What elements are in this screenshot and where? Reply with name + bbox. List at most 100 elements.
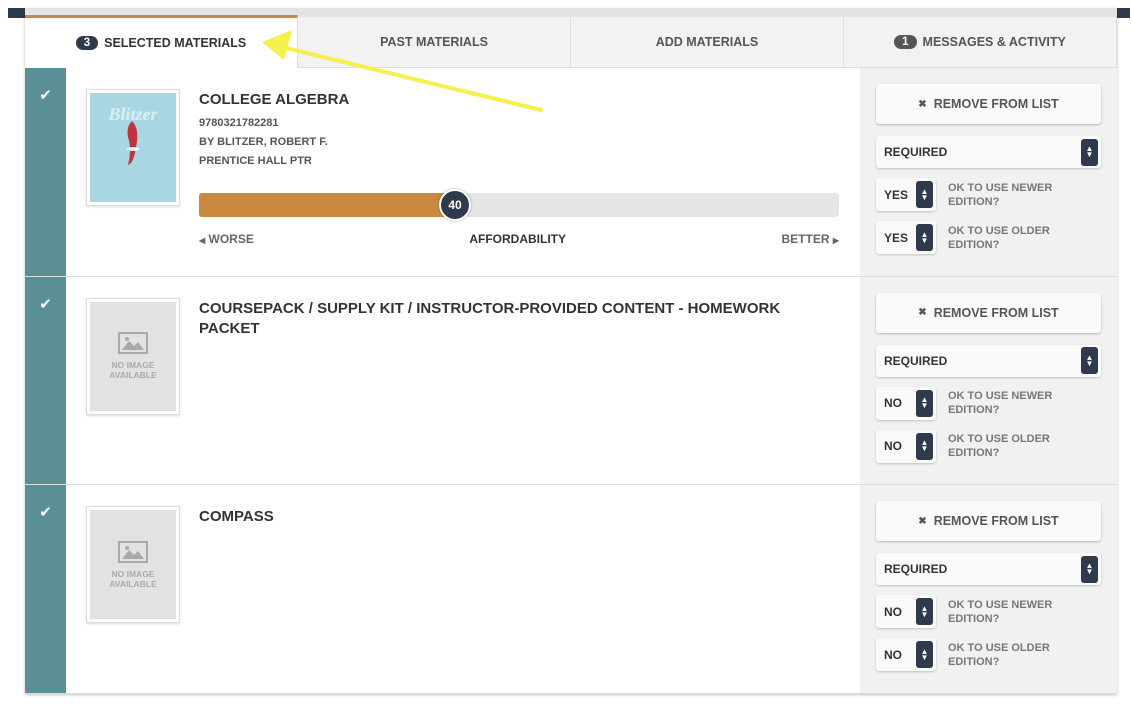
material-details: NO IMAGE AVAILABLE COURSEPACK / SUPPLY KI… [66,277,860,485]
material-info: COLLEGE ALGEBRA 9780321782281 BY BLITZER, … [199,90,840,167]
material-details: NO IMAGE AVAILABLE COMPASS [66,485,860,693]
close-icon: ✖ [918,98,927,110]
older-edition-option: NO ▲ ▼ OK TO USE OLDER EDITION? [876,429,1101,463]
count-badge: 3 [75,36,99,50]
tab-label: ADD MATERIALS [655,35,759,49]
tab-label: SELECTED MATERIALS [104,36,247,50]
older-edition-value: NO [884,647,902,662]
remove-label: REMOVE FROM LIST [933,514,1059,528]
remove-from-list-button[interactable]: ✖ REMOVE FROM LIST [876,292,1101,333]
newer-edition-select[interactable]: NO ▲ ▼ [876,595,936,628]
requirement-select[interactable]: REQUIRED ▲ ▼ [876,344,1101,377]
selected-indicator[interactable]: ✔ [25,276,66,484]
close-icon: ✖ [918,307,927,318]
newer-edition-option: YES ▲ ▼ OK TO USE NEWER EDITION? [876,178,1101,211]
requirement-value: REQUIRED [884,562,948,576]
book-cover: Blitzer [90,93,176,202]
material-title: COMPASS [199,508,274,525]
material-info: COURSEPACK / SUPPLY KIT / INSTRUCTOR-PRO… [199,299,840,339]
tab-selected-materials[interactable]: 3 SELECTED MATERIALS [25,15,298,68]
select-arrows-icon: ▲ ▼ [1081,138,1098,166]
materials-list: ✔ Blitzer COLLEGE ALGEBRA 9780321782281 BY B… [25,68,1117,694]
material-details: Blitzer COLLEGE ALGEBRA 9780321782281 BY BL… [66,68,860,276]
material-title: COLLEGE ALGEBRA [199,91,350,108]
select-arrows-icon: ▲ ▼ [916,641,933,668]
cover-image: NO IMAGE AVAILABLE [86,506,180,623]
corner-right [1117,8,1130,18]
tab-messages-activity[interactable]: 1 MESSAGES & ACTIVITY [844,17,1117,68]
cover-image: Blitzer [86,89,180,206]
no-image-text: NO IMAGE AVAILABLE [109,360,157,380]
older-edition-value: YES [884,230,909,245]
affordability-scale: ◀ WORSE AFFORDABILITY BETTER ▶ [199,232,839,246]
checkmark-icon: ✔ [39,504,52,521]
material-info: COMPASS [199,507,840,527]
requirement-value: REQUIRED [884,145,948,159]
newer-edition-value: NO [884,396,902,410]
older-edition-value: NO [884,439,902,453]
newer-edition-select[interactable]: NO ▲ ▼ [876,386,936,420]
better-label: BETTER ▶ [782,232,840,246]
checkmark-icon: ✔ [39,87,52,104]
tab-label: PAST MATERIALS [380,35,488,49]
count-badge: 1 [894,35,917,49]
select-arrows-icon: ▲ ▼ [916,598,933,625]
older-edition-select[interactable]: NO ▲ ▼ [876,638,936,671]
corner-left [8,8,25,18]
newer-edition-label: OK TO USE NEWER EDITION? [948,181,1053,208]
select-arrows-icon: ▲ ▼ [916,181,933,208]
close-icon: ✖ [918,515,927,527]
older-edition-label: OK TO USE OLDER EDITION? [948,641,1050,668]
tab-label: MESSAGES & ACTIVITY [922,35,1066,49]
remove-from-list-button[interactable]: ✖ REMOVE FROM LIST [876,501,1101,541]
chili-pepper-illustration [126,121,140,165]
material-author: BY BLITZER, ROBERT F. [199,136,328,148]
no-image-placeholder: NO IMAGE AVAILABLE [90,510,176,619]
remove-from-list-button[interactable]: ✖ REMOVE FROM LIST [876,84,1101,124]
affordability-label: AFFORDABILITY [469,232,566,246]
older-edition-select[interactable]: YES ▲ ▼ [876,221,936,254]
remove-label: REMOVE FROM LIST [933,305,1059,320]
material-isbn: 9780321782281 [199,117,279,129]
caret-right-icon: ▶ [832,236,839,245]
checkmark-icon: ✔ [39,295,52,313]
cover-image: NO IMAGE AVAILABLE [86,297,180,415]
select-arrows-icon: ▲ ▼ [1081,555,1098,583]
select-arrows-icon: ▲ ▼ [916,432,933,460]
image-icon [118,332,148,354]
material-row: ✔ Blitzer COLLEGE ALGEBRA 9780321782281 BY B… [25,68,1117,277]
tab-bar: 3 SELECTED MATERIALS PAST MATERIALS ADD MAT… [25,15,1117,68]
worse-text: WORSE [208,232,254,246]
material-publisher: PRENTICE HALL PTR [199,155,312,167]
material-options: ✖ REMOVE FROM LIST REQUIRED ▲ ▼ NO ▲ ▼ OK TO USE… [860,485,1117,693]
requirement-select[interactable]: REQUIRED ▲ ▼ [876,136,1101,168]
affordability-handle[interactable]: 40 [439,189,471,221]
newer-edition-option: NO ▲ ▼ OK TO USE NEWER EDITION? [876,386,1101,420]
older-edition-option: NO ▲ ▼ OK TO USE OLDER EDITION? [876,638,1101,671]
materials-panel: 3 SELECTED MATERIALS PAST MATERIALS ADD MAT… [25,8,1117,694]
newer-edition-value: NO [884,604,902,619]
no-image-placeholder: NO IMAGE AVAILABLE [90,301,176,411]
tab-add-materials[interactable]: ADD MATERIALS [571,17,844,68]
newer-edition-label: OK TO USE NEWER EDITION? [948,598,1053,625]
affordability-fill [199,193,455,217]
selected-indicator[interactable]: ✔ [25,68,66,276]
select-arrows-icon: ▲ ▼ [1081,347,1098,374]
cover-title: Blitzer [108,104,158,124]
newer-edition-label: OK TO USE NEWER EDITION? [948,390,1053,416]
material-row: ✔ NO IMAGE AVAILABLE COMPASS ✖ REMOVE FROM L… [25,485,1117,694]
tab-past-materials[interactable]: PAST MATERIALS [298,17,571,68]
image-icon [118,540,148,563]
selected-indicator[interactable]: ✔ [25,485,66,693]
newer-edition-option: NO ▲ ▼ OK TO USE NEWER EDITION? [876,595,1101,628]
material-row: ✔ NO IMAGE AVAILABLE COURSEPACK / SUPPLY K… [25,276,1117,485]
newer-edition-select[interactable]: YES ▲ ▼ [876,178,936,211]
select-arrows-icon: ▲ ▼ [916,389,933,417]
requirement-select[interactable]: REQUIRED ▲ ▼ [876,553,1101,585]
requirement-value: REQUIRED [884,353,948,368]
older-edition-option: YES ▲ ▼ OK TO USE OLDER EDITION? [876,221,1101,254]
material-title: COURSEPACK / SUPPLY KIT / INSTRUCTOR-PRO… [199,299,781,337]
older-edition-select[interactable]: NO ▲ ▼ [876,429,936,463]
affordability-slider[interactable]: 40 [199,189,839,221]
older-edition-label: OK TO USE OLDER EDITION? [948,433,1050,459]
